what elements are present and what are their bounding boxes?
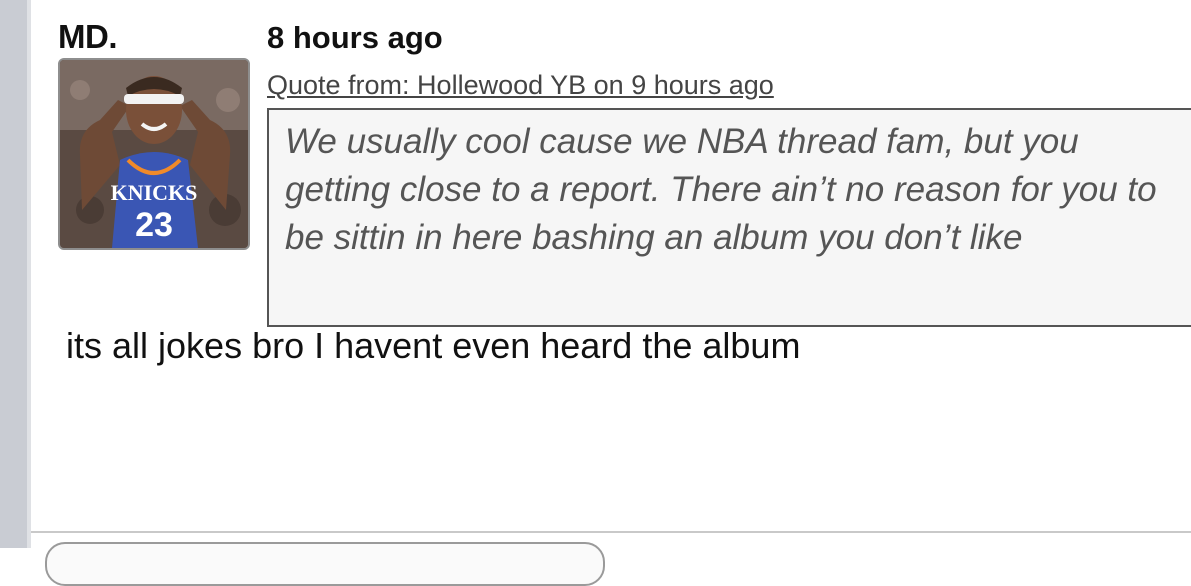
avatar[interactable]: KNICKS 23 bbox=[58, 58, 250, 250]
reply-input[interactable] bbox=[45, 542, 605, 586]
post-timestamp: 8 hours ago bbox=[267, 20, 443, 55]
post-username[interactable]: MD. bbox=[58, 18, 118, 56]
svg-text:23: 23 bbox=[135, 206, 173, 244]
post-message: its all jokes bro I havent even heard th… bbox=[66, 325, 801, 366]
post-divider bbox=[31, 531, 1191, 533]
left-rail bbox=[0, 0, 27, 548]
svg-text:KNICKS: KNICKS bbox=[111, 180, 198, 205]
forum-post: MD. KNICKS 23 8 hours ago Quote from: Ho… bbox=[31, 0, 1191, 586]
quote-text: We usually cool cause we NBA thread fam,… bbox=[285, 122, 1157, 257]
quote-header-link[interactable]: Quote from: Hollewood YB on 9 hours ago bbox=[267, 70, 774, 101]
quote-block: We usually cool cause we NBA thread fam,… bbox=[267, 108, 1191, 327]
player-avatar-icon: KNICKS 23 bbox=[60, 60, 248, 248]
